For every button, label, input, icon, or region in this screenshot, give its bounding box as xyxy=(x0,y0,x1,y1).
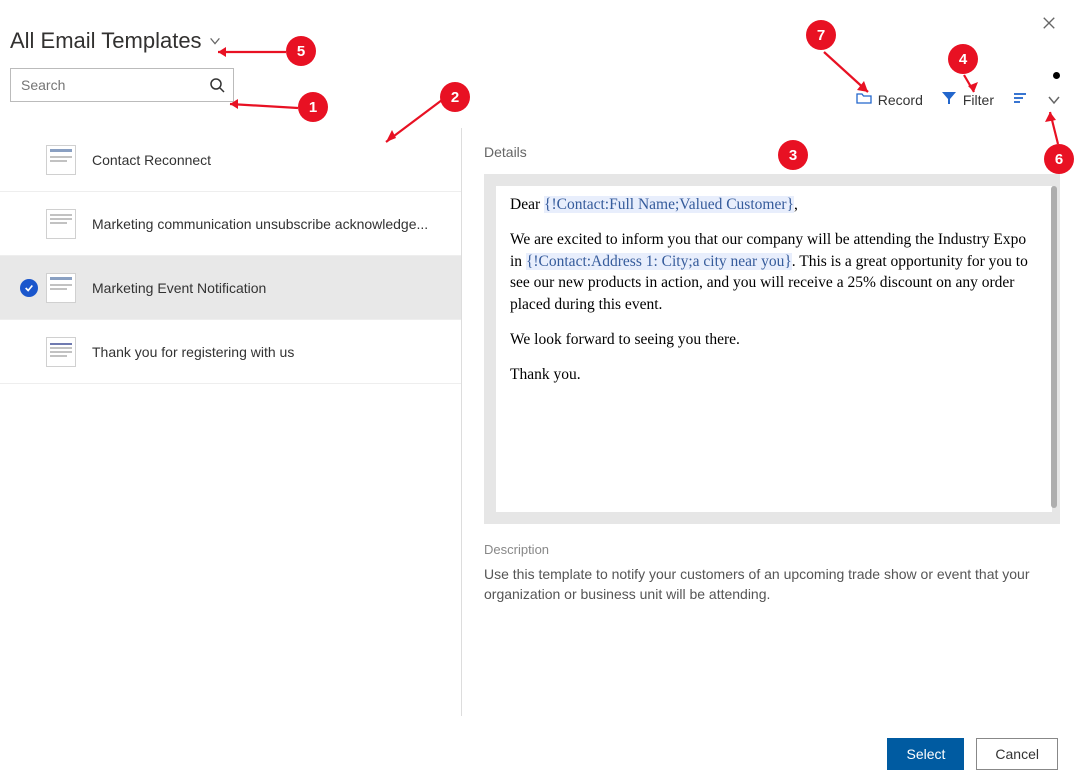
search-input[interactable] xyxy=(19,76,209,94)
template-thumbnail-icon xyxy=(46,209,76,239)
template-thumbnail-icon xyxy=(46,273,76,303)
selected-check-icon xyxy=(20,279,38,297)
template-label: Marketing Event Notification xyxy=(92,280,266,296)
search-icon[interactable] xyxy=(209,77,225,93)
close-button[interactable] xyxy=(1042,16,1062,36)
sort-button[interactable] xyxy=(1012,90,1028,109)
template-preview-body[interactable]: Dear {!Contact:Full Name;Valued Customer… xyxy=(496,186,1052,512)
chevron-down-icon xyxy=(1046,92,1062,108)
select-button[interactable]: Select xyxy=(887,738,964,770)
dynamic-token: {!Contact:Full Name;Valued Customer} xyxy=(544,196,794,213)
dynamic-token: {!Contact:Address 1: City;a city near yo… xyxy=(526,253,792,270)
template-label: Thank you for registering with us xyxy=(92,344,294,360)
template-thumbnail-icon xyxy=(46,337,76,367)
preview-text: Thank you. xyxy=(510,364,1038,385)
filter-button[interactable]: Filter xyxy=(941,90,994,109)
cancel-button[interactable]: Cancel xyxy=(976,738,1058,770)
template-label: Contact Reconnect xyxy=(92,152,211,168)
template-list: Contact Reconnect Marketing communicatio… xyxy=(0,128,462,716)
description-label: Description xyxy=(484,542,1060,557)
overflow-indicator xyxy=(1053,72,1060,79)
template-item-selected[interactable]: Marketing Event Notification xyxy=(0,256,461,320)
page-title[interactable]: All Email Templates xyxy=(10,28,202,54)
template-item[interactable]: Marketing communication unsubscribe ackn… xyxy=(0,192,461,256)
template-label: Marketing communication unsubscribe ackn… xyxy=(92,216,428,232)
filter-icon xyxy=(941,90,957,109)
template-item[interactable]: Contact Reconnect xyxy=(0,128,461,192)
title-dropdown-chevron[interactable] xyxy=(208,34,222,48)
folder-icon xyxy=(856,90,872,109)
search-box[interactable] xyxy=(10,68,234,102)
scrollbar[interactable] xyxy=(1051,186,1057,508)
filter-label: Filter xyxy=(963,92,994,108)
details-heading: Details xyxy=(484,144,1060,160)
template-item[interactable]: Thank you for registering with us xyxy=(0,320,461,384)
list-icon xyxy=(1012,90,1028,109)
description-text: Use this template to notify your custome… xyxy=(484,565,1060,604)
record-button[interactable]: Record xyxy=(856,90,923,109)
preview-text: , xyxy=(794,196,798,213)
preview-text: We look forward to seeing you there. xyxy=(510,329,1038,350)
preview-text: Dear xyxy=(510,196,544,213)
record-label: Record xyxy=(878,92,923,108)
template-preview: Dear {!Contact:Full Name;Valued Customer… xyxy=(484,174,1060,524)
annotation-arrow xyxy=(222,100,302,120)
expand-chevron[interactable] xyxy=(1046,92,1062,108)
template-thumbnail-icon xyxy=(46,145,76,175)
